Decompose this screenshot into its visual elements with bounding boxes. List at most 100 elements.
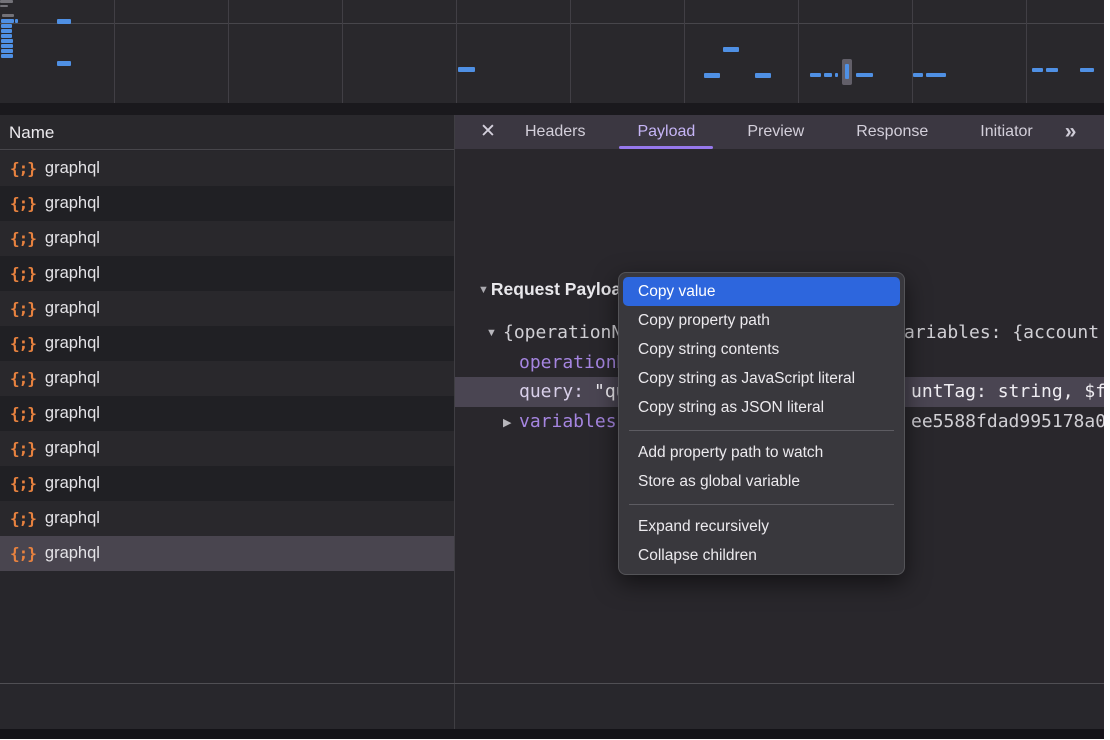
waterfall-bar — [1, 34, 12, 38]
waterfall-bar — [458, 67, 475, 72]
waterfall-bar — [755, 73, 771, 78]
bottom-black-bar — [0, 729, 1104, 739]
footer-vertical-divider — [454, 684, 455, 729]
more-tabs-icon[interactable]: » — [1059, 120, 1075, 144]
request-payload-section-header[interactable]: ▼ Request Payload — [478, 279, 632, 300]
section-title: Request Payload — [491, 279, 632, 300]
network-request-row[interactable]: {;} graphql — [0, 536, 454, 571]
devtools-window: Name {;} graphql {;} graphql {;} graphql {;} gr… — [0, 0, 1110, 740]
request-name-label: graphql — [45, 299, 100, 318]
status-footer — [0, 684, 1104, 729]
network-request-row[interactable]: {;} graphql — [0, 186, 454, 221]
json-braces-icon: {;} — [10, 509, 36, 528]
waterfall-bar — [810, 73, 821, 77]
section-expand-icon[interactable]: ▼ — [478, 284, 489, 296]
json-braces-icon: {;} — [10, 194, 36, 213]
request-name-label: graphql — [45, 404, 100, 423]
request-name-label: graphql — [45, 229, 100, 248]
waterfall-bar — [856, 73, 873, 77]
waterfall-bar — [1032, 68, 1043, 72]
waterfall-bar — [1080, 68, 1094, 72]
menu-item-copy-value[interactable]: Copy value — [623, 277, 900, 306]
network-request-row[interactable]: {;} graphql — [0, 431, 454, 466]
menu-item-copy-string-as-javascript-literal[interactable]: Copy string as JavaScript literal — [623, 364, 900, 393]
menu-item-collapse-children[interactable]: Collapse children — [623, 541, 900, 570]
waterfall-bar — [57, 19, 71, 24]
network-request-row[interactable]: {;} graphql — [0, 291, 454, 326]
overview-gridline — [114, 0, 115, 103]
request-name-label: graphql — [45, 334, 100, 353]
request-name-label: graphql — [45, 474, 100, 493]
menu-separator — [619, 496, 904, 512]
json-braces-icon: {;} — [10, 439, 36, 458]
collapsed-arrow-icon[interactable]: ▶ — [503, 416, 511, 429]
request-name-label: graphql — [45, 369, 100, 388]
menu-item-copy-string-as-json-literal[interactable]: Copy string as JSON literal — [623, 393, 900, 422]
json-braces-icon: {;} — [10, 369, 36, 388]
network-overview-timeline[interactable] — [0, 0, 1104, 115]
request-name-label: graphql — [45, 159, 100, 178]
json-braces-icon: {;} — [10, 334, 36, 353]
name-column-header[interactable]: Name — [0, 115, 454, 150]
menu-item-add-property-path-to-watch[interactable]: Add property path to watch — [623, 438, 900, 467]
waterfall-bar — [1, 49, 13, 53]
tab-response[interactable]: Response — [830, 115, 954, 149]
waterfall-bar — [926, 73, 946, 77]
waterfall-bar — [824, 73, 832, 77]
waterfall-bar — [1, 24, 12, 28]
waterfall-bar — [57, 61, 71, 66]
network-request-row[interactable]: {;}graphql — [0, 151, 454, 186]
tab-headers[interactable]: Headers — [499, 115, 611, 149]
waterfall-bar — [835, 73, 838, 77]
waterfall-bar — [723, 47, 739, 52]
tab-preview[interactable]: Preview — [721, 115, 830, 149]
request-name-label: graphql — [45, 509, 100, 528]
waterfall-bar — [0, 5, 8, 7]
json-braces-icon: {;} — [10, 229, 36, 248]
network-request-row[interactable]: {;} graphql — [0, 221, 454, 256]
network-request-row[interactable]: {;} graphql — [0, 501, 454, 536]
tab-initiator[interactable]: Initiator — [954, 115, 1058, 149]
json-braces-icon: {;} — [10, 299, 36, 318]
detail-tab-bar: ✕ HeadersPayloadPreviewResponseInitiator… — [455, 115, 1104, 149]
close-icon[interactable]: ✕ — [477, 115, 499, 149]
tab-payload[interactable]: Payload — [611, 115, 721, 149]
request-name-label: graphql — [45, 544, 100, 563]
overview-gridline — [912, 0, 913, 103]
waterfall-bar — [845, 64, 849, 79]
property-value-right-fragment: ee5588fdad995178a0 — [911, 407, 1104, 437]
request-name-label: graphql — [45, 264, 100, 283]
overview-gridline — [1026, 0, 1027, 103]
waterfall-bar — [0, 0, 13, 3]
property-key: query: — [519, 381, 584, 402]
waterfall-bar — [1, 29, 12, 33]
overview-gridline — [570, 0, 571, 103]
network-request-row[interactable]: {;} graphql — [0, 361, 454, 396]
menu-item-copy-property-path[interactable]: Copy property path — [623, 306, 900, 335]
waterfall-bar — [1, 54, 13, 58]
waterfall-bar — [15, 19, 18, 23]
network-request-row[interactable]: {;} graphql — [0, 396, 454, 431]
menu-item-expand-recursively[interactable]: Expand recursively — [623, 512, 900, 541]
network-request-list: Name {;} graphql {;} graphql {;} graphql {;} gr… — [0, 115, 455, 683]
context-menu: Copy valueCopy property pathCopy string … — [618, 272, 905, 575]
network-request-row[interactable]: {;} graphql — [0, 256, 454, 291]
waterfall-bar — [913, 73, 923, 77]
menu-separator — [619, 422, 904, 438]
overview-gridline — [228, 0, 229, 103]
expand-arrow-icon[interactable]: ▼ — [486, 327, 497, 339]
property-key: variables — [519, 411, 617, 432]
json-braces-icon: {;} — [10, 544, 36, 563]
json-braces-icon: {;} — [10, 404, 36, 423]
request-name-label: graphql — [45, 194, 100, 213]
network-request-row[interactable]: {;} graphql — [0, 326, 454, 361]
property-value-right-fragment: untTag: string, $f — [911, 377, 1104, 407]
overview-gridline — [342, 0, 343, 103]
waterfall-bar — [704, 73, 720, 78]
network-request-row[interactable]: {;}graphql — [0, 466, 454, 501]
menu-item-copy-string-contents[interactable]: Copy string contents — [623, 335, 900, 364]
overview-gridline — [456, 0, 457, 103]
menu-item-store-as-global-variable[interactable]: Store as global variable — [623, 467, 900, 496]
request-name-label: graphql — [45, 439, 100, 458]
json-braces-icon: {;} — [10, 264, 36, 283]
